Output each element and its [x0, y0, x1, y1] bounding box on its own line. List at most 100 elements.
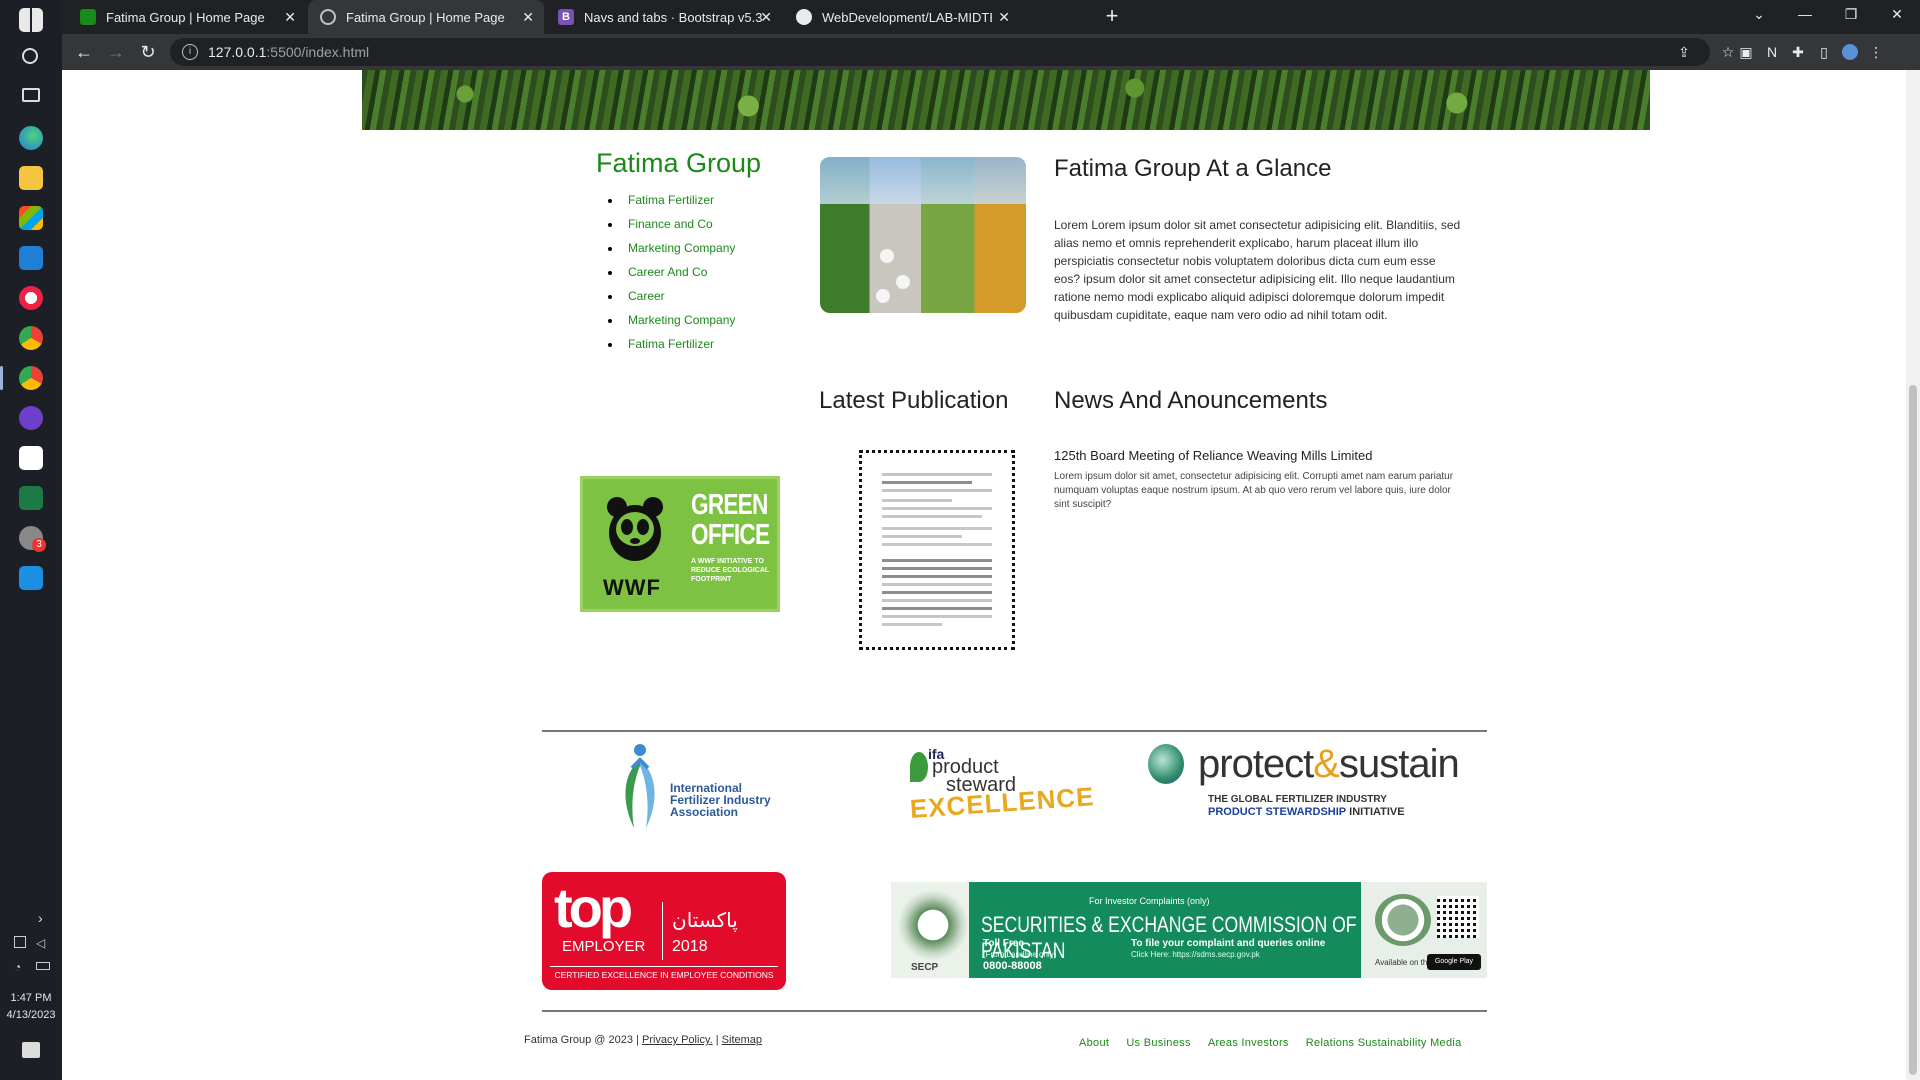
- browser-tab[interactable]: B Navs and tabs · Bootstrap v5.3 ✕: [546, 0, 782, 34]
- doc-line: [882, 527, 992, 530]
- doc-line: [882, 473, 992, 476]
- chevron-up-icon[interactable]: ›: [38, 910, 43, 926]
- wwf-office-text: OFFICE: [691, 519, 770, 551]
- network-icon[interactable]: [14, 936, 26, 948]
- sidebar-item[interactable]: Marketing Company: [622, 313, 735, 337]
- vscode-icon[interactable]: [19, 566, 43, 590]
- page-scrollbar[interactable]: [1906, 70, 1920, 1080]
- browser-tab[interactable]: Fatima Group | Home Page ✕: [68, 0, 306, 34]
- news-headline[interactable]: 125th Board Meeting of Reliance Weaving …: [1054, 448, 1372, 463]
- url-host: 127.0.0.1: [208, 44, 267, 60]
- sidebar-item-label: Fatima Fertilizer: [628, 193, 715, 207]
- sidebar-item[interactable]: Career And Co: [622, 265, 735, 289]
- puzzle-extensions-icon[interactable]: ✚: [1790, 44, 1806, 60]
- secp-number: 0800-88008: [983, 960, 1042, 972]
- close-tab-icon[interactable]: ✕: [522, 9, 534, 26]
- notification-badge: 3: [32, 538, 46, 552]
- sidebar-item[interactable]: Career: [622, 289, 735, 313]
- file-explorer-icon[interactable]: [19, 166, 43, 190]
- top-wordmark: top: [554, 876, 633, 939]
- address-bar[interactable]: i 127.0.0.1:5500/index.html ⇪: [170, 38, 1710, 66]
- store-icon[interactable]: [19, 206, 43, 230]
- doc-line: [882, 507, 992, 510]
- browser-tab-active[interactable]: Fatima Group | Home Page ✕: [308, 0, 544, 34]
- secp-toll-free: Toll Free: [983, 938, 1024, 949]
- sitemap-link[interactable]: Sitemap: [722, 1034, 762, 1046]
- url-text[interactable]: 127.0.0.1:5500/index.html: [208, 44, 369, 60]
- extension-icon[interactable]: ▣: [1738, 44, 1754, 60]
- restore-button[interactable]: ❐: [1836, 6, 1866, 23]
- doc-line: [882, 567, 992, 570]
- notification-center-icon[interactable]: [22, 1042, 40, 1058]
- protect-initiative: PRODUCT STEWARDSHIP INITIATIVE: [1208, 806, 1405, 818]
- sidebar-item[interactable]: Finance and Co: [622, 217, 735, 241]
- forward-button[interactable]: →: [104, 40, 128, 64]
- excel-icon[interactable]: [19, 486, 43, 510]
- app-icon[interactable]: [19, 286, 43, 310]
- year-text: 2018: [672, 938, 708, 955]
- profile-avatar[interactable]: [1842, 44, 1858, 60]
- volume-icon[interactable]: ◁: [36, 936, 45, 950]
- footer-link-business[interactable]: Us Business: [1126, 1037, 1190, 1049]
- tab-search-icon[interactable]: ⌄: [1744, 6, 1774, 23]
- news-paragraph: Lorem ipsum dolor sit amet, consectetur …: [1054, 471, 1454, 510]
- browser-tab[interactable]: WebDevelopment/LAB-MIDTERM ✕: [784, 0, 1020, 34]
- task-view-icon[interactable]: [22, 88, 40, 102]
- doc-line: [882, 599, 992, 602]
- protect-word: protect: [1198, 742, 1314, 786]
- close-tab-icon[interactable]: ✕: [998, 9, 1010, 26]
- reload-button[interactable]: ↻: [136, 40, 160, 64]
- side-panel-icon[interactable]: ▯: [1816, 44, 1832, 60]
- sidebar-item[interactable]: Fatima Fertilizer: [622, 193, 735, 217]
- notion-clipper-icon[interactable]: N: [1764, 44, 1780, 60]
- ifa-text: International Fertilizer Industry Associ…: [670, 781, 771, 819]
- secp-banner[interactable]: SECP For Investor Complaints (only) SECU…: [891, 882, 1487, 978]
- menu-kebab-icon[interactable]: ⋮: [1868, 44, 1884, 60]
- sidebar-item[interactable]: Marketing Company: [622, 241, 735, 265]
- site-info-icon[interactable]: i: [182, 44, 198, 60]
- close-window-button[interactable]: ✕: [1882, 6, 1912, 23]
- battery-icon[interactable]: [36, 962, 50, 970]
- minimize-button[interactable]: —: [1790, 6, 1820, 22]
- sidebar-item-label: Marketing Company: [628, 241, 736, 255]
- privacy-policy-link[interactable]: Privacy Policy.: [642, 1034, 713, 1046]
- url-path: :5500/index.html: [266, 44, 370, 60]
- glance-paragraph: Lorem Lorem ipsum dolor sit amet consect…: [1054, 218, 1461, 322]
- agriculture-collage-image: [820, 157, 1026, 313]
- footer-link-about[interactable]: About: [1079, 1037, 1109, 1049]
- new-tab-button[interactable]: +: [1100, 5, 1124, 29]
- page-viewport: Fatima Group Fatima Fertilizer Finance a…: [62, 70, 1906, 1080]
- system-clock[interactable]: 1:47 PM 4/13/2023: [0, 990, 62, 1024]
- publication-document-thumbnail[interactable]: [859, 450, 1015, 650]
- copyright-text: Fatima Group @ 2023 |: [524, 1034, 639, 1046]
- edge-icon[interactable]: [19, 126, 43, 150]
- doc-line: [882, 623, 942, 626]
- badge-divider: [662, 902, 663, 960]
- mail-icon[interactable]: [19, 246, 43, 270]
- doc-line: [882, 583, 992, 586]
- site-favicon-icon: [80, 9, 96, 25]
- back-button[interactable]: ←: [72, 40, 96, 64]
- wwf-green-text: GREEN: [691, 489, 768, 521]
- windows-start-icon[interactable]: [19, 8, 43, 32]
- windows-taskbar: 3 › ◁ ◔ 1:47 PM 4/13/2023: [0, 0, 62, 1080]
- footer-link-media[interactable]: Relations Sustainability Media: [1306, 1037, 1462, 1049]
- footer-link-investors[interactable]: Areas Investors: [1208, 1037, 1289, 1049]
- chrome-icon[interactable]: [19, 326, 43, 350]
- notion-icon[interactable]: [19, 446, 43, 470]
- share-icon[interactable]: ⇪: [1676, 44, 1692, 60]
- close-tab-icon[interactable]: ✕: [284, 9, 296, 26]
- clock-time: 1:47 PM: [10, 992, 52, 1004]
- sidebar-item[interactable]: Fatima Fertilizer: [622, 337, 735, 361]
- available-text: Available on the: [1375, 958, 1432, 967]
- close-tab-icon[interactable]: ✕: [760, 9, 772, 26]
- doc-line: [882, 515, 982, 518]
- scrollbar-thumb[interactable]: [1909, 385, 1917, 1075]
- chrome-icon[interactable]: [19, 366, 43, 390]
- sidebar-item-label: Marketing Company: [628, 313, 736, 327]
- github-icon[interactable]: [19, 406, 43, 430]
- wifi-icon[interactable]: ◔: [14, 960, 21, 974]
- search-icon[interactable]: [22, 48, 38, 64]
- publication-heading: Latest Publication: [819, 387, 1009, 414]
- cert-text: CERTIFIED EXCELLENCE IN EMPLOYEE CONDITI…: [554, 970, 774, 980]
